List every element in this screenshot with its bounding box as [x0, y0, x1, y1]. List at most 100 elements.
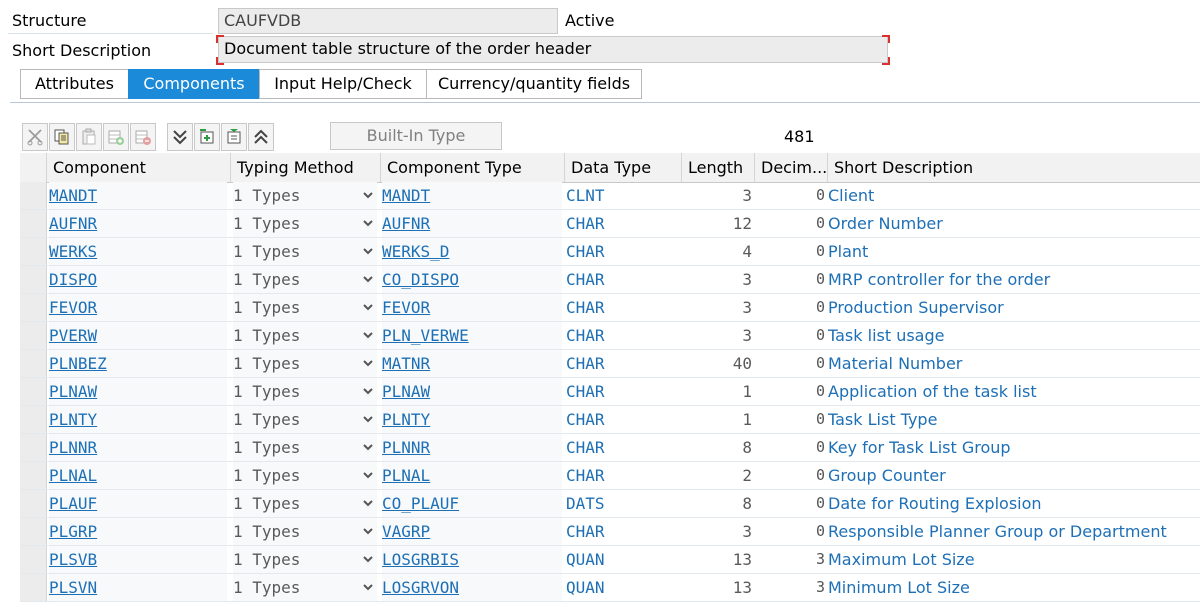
row-selector[interactable] — [20, 322, 47, 349]
component-type-cell[interactable]: PLNTY — [382, 406, 562, 433]
row-selector[interactable] — [20, 518, 47, 545]
typing-method-cell[interactable]: 1 Types — [233, 434, 377, 461]
column-header-data-type[interactable]: Data Type — [564, 153, 681, 182]
cut-icon[interactable] — [22, 123, 48, 151]
delete-row-icon[interactable] — [130, 123, 156, 151]
column-header-component[interactable]: Component — [46, 153, 230, 182]
component-cell[interactable]: FEVOR — [49, 294, 227, 321]
typing-method-cell[interactable]: 1 Types — [233, 518, 377, 545]
table-row[interactable]: PLNBEZ 1 Types MATNR CHAR 40 0 Material Number — [20, 350, 1200, 378]
typing-method-cell[interactable]: 1 Types — [233, 350, 377, 377]
column-header-decimals[interactable]: Decim... — [754, 153, 827, 182]
component-type-cell[interactable]: PLNNR — [382, 434, 562, 461]
typing-method-cell[interactable]: 1 Types — [233, 574, 377, 601]
chevron-down-icon[interactable] — [363, 526, 373, 536]
component-cell[interactable]: PLNAL — [49, 462, 227, 489]
component-cell[interactable]: PLAUF — [49, 490, 227, 517]
chevron-down-icon[interactable] — [363, 358, 373, 368]
column-header-typing-method[interactable]: Typing Method — [230, 153, 380, 182]
table-row[interactable]: MANDT 1 Types MANDT CLNT 3 0 Client — [20, 182, 1200, 210]
component-type-cell[interactable]: PLNAW — [382, 378, 562, 405]
table-row[interactable]: PLNNR 1 Types PLNNR CHAR 8 0 Key for Task List… — [20, 434, 1200, 462]
chevron-down-icon[interactable] — [363, 442, 373, 452]
column-header-component-type[interactable]: Component Type — [380, 153, 564, 182]
table-row[interactable]: PLNTY 1 Types PLNTY CHAR 1 0 Task List Type — [20, 406, 1200, 434]
row-selector[interactable] — [20, 210, 47, 237]
chevron-down-icon[interactable] — [363, 218, 373, 228]
row-selector[interactable] — [20, 266, 47, 293]
component-cell[interactable]: AUFNR — [49, 210, 227, 237]
table-row[interactable]: PLNAW 1 Types PLNAW CHAR 1 0 Application of th… — [20, 378, 1200, 406]
typing-method-cell[interactable]: 1 Types — [233, 266, 377, 293]
copy-icon[interactable] — [49, 123, 75, 151]
row-selector[interactable] — [20, 574, 47, 601]
typing-method-cell[interactable]: 1 Types — [233, 210, 377, 237]
new-field-icon[interactable] — [194, 123, 220, 151]
chevron-down-icon[interactable] — [363, 274, 373, 284]
component-cell[interactable]: PLNNR — [49, 434, 227, 461]
component-cell[interactable]: DISPO — [49, 266, 227, 293]
chevron-down-icon[interactable] — [363, 498, 373, 508]
chevron-down-icon[interactable] — [363, 554, 373, 564]
typing-method-cell[interactable]: 1 Types — [233, 462, 377, 489]
table-row[interactable]: PLSVB 1 Types LOSGRBIS QUAN 13 3 Maximum Lot S… — [20, 546, 1200, 574]
table-row[interactable]: DISPO 1 Types CO_DISPO CHAR 3 0 MRP controller… — [20, 266, 1200, 294]
component-cell[interactable]: PLSVB — [49, 546, 227, 573]
row-selector[interactable] — [20, 406, 47, 433]
chevron-down-icon[interactable] — [363, 470, 373, 480]
row-selector[interactable] — [20, 490, 47, 517]
component-type-cell[interactable]: PLN_VERWE — [382, 322, 562, 349]
typing-method-cell[interactable]: 1 Types — [233, 490, 377, 517]
column-header-short-description[interactable]: Short Description — [827, 153, 1200, 182]
component-type-cell[interactable]: LOSGRVON — [382, 574, 562, 601]
structure-field[interactable]: CAUFVDB — [218, 8, 558, 34]
chevron-down-icon[interactable] — [363, 190, 373, 200]
typing-method-cell[interactable]: 1 Types — [233, 238, 377, 265]
built-in-type-button[interactable]: Built-In Type — [330, 122, 502, 150]
component-type-cell[interactable]: LOSGRBIS — [382, 546, 562, 573]
table-row[interactable]: WERKS 1 Types WERKS_D CHAR 4 0 Plant — [20, 238, 1200, 266]
component-type-cell[interactable]: WERKS_D — [382, 238, 562, 265]
component-type-cell[interactable]: MATNR — [382, 350, 562, 377]
component-type-cell[interactable]: VAGRP — [382, 518, 562, 545]
component-cell[interactable]: MANDT — [49, 182, 227, 209]
component-cell[interactable]: PLNAW — [49, 378, 227, 405]
tab-input-help-check[interactable]: Input Help/Check — [259, 69, 426, 99]
short-description-field[interactable]: Document table structure of the order he… — [218, 36, 888, 63]
row-selector[interactable] — [20, 462, 47, 489]
component-type-cell[interactable]: PLNAL — [382, 462, 562, 489]
chevron-down-icon[interactable] — [363, 330, 373, 340]
row-selector[interactable] — [20, 238, 47, 265]
component-type-cell[interactable]: AUFNR — [382, 210, 562, 237]
typing-method-cell[interactable]: 1 Types — [233, 546, 377, 573]
chevron-down-icon[interactable] — [363, 386, 373, 396]
row-selector[interactable] — [20, 294, 47, 321]
table-row[interactable]: PLSVN 1 Types LOSGRVON QUAN 13 3 Minimum Lot S… — [20, 574, 1200, 602]
chevron-down-icon[interactable] — [363, 582, 373, 592]
column-header-length[interactable]: Length — [681, 153, 754, 182]
insert-row-icon[interactable] — [103, 123, 129, 151]
tab-components[interactable]: Components — [128, 69, 259, 99]
table-row[interactable]: PLAUF 1 Types CO_PLAUF DATS 8 0 Date for Routi… — [20, 490, 1200, 518]
component-cell[interactable]: PLSVN — [49, 574, 227, 601]
table-row[interactable]: AUFNR 1 Types AUFNR CHAR 12 0 Order Number — [20, 210, 1200, 238]
table-row[interactable]: PLNAL 1 Types PLNAL CHAR 2 0 Group Counter — [20, 462, 1200, 490]
row-selector[interactable] — [20, 182, 47, 209]
table-row[interactable]: FEVOR 1 Types FEVOR CHAR 3 0 Production Superv… — [20, 294, 1200, 322]
component-cell[interactable]: PVERW — [49, 322, 227, 349]
expand-icon[interactable] — [248, 123, 274, 151]
component-cell[interactable]: WERKS — [49, 238, 227, 265]
typing-method-cell[interactable]: 1 Types — [233, 322, 377, 349]
component-type-cell[interactable]: FEVOR — [382, 294, 562, 321]
table-row[interactable]: PLGRP 1 Types VAGRP CHAR 3 0 Responsible Plann… — [20, 518, 1200, 546]
typing-method-cell[interactable]: 1 Types — [233, 182, 377, 209]
row-selector[interactable] — [20, 350, 47, 377]
table-row[interactable]: PVERW 1 Types PLN_VERWE CHAR 3 0 Task list usa… — [20, 322, 1200, 350]
new-include-icon[interactable] — [221, 123, 247, 151]
tab-attributes[interactable]: Attributes — [20, 69, 128, 99]
component-type-cell[interactable]: MANDT — [382, 182, 562, 209]
typing-method-cell[interactable]: 1 Types — [233, 378, 377, 405]
typing-method-cell[interactable]: 1 Types — [233, 294, 377, 321]
component-type-cell[interactable]: CO_PLAUF — [382, 490, 562, 517]
component-cell[interactable]: PLGRP — [49, 518, 227, 545]
